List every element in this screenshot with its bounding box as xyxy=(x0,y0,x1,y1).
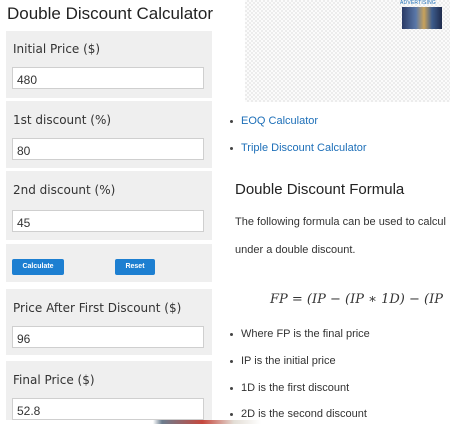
calculate-button[interactable]: Calculate xyxy=(12,259,64,275)
bullet-dot xyxy=(230,119,233,123)
first-discount-input[interactable] xyxy=(12,138,204,160)
bullet-text: IP is the initial price xyxy=(241,355,336,367)
intro-text-line-1: The following formula can be used to cal… xyxy=(235,216,446,228)
initial-price-input[interactable] xyxy=(12,67,204,89)
advertisement-box[interactable]: ADVERTISING xyxy=(245,0,450,102)
bullet-text: 2D is the second discount xyxy=(241,408,367,420)
second-discount-input[interactable] xyxy=(12,210,204,232)
initial-price-label: Initial Price ($) xyxy=(13,42,101,56)
first-discount-price-panel: Price After First Discount ($) xyxy=(6,289,212,355)
initial-price-panel: Initial Price ($) xyxy=(6,31,212,98)
second-discount-label: 2nd discount (%) xyxy=(13,183,116,197)
section-heading: Double Discount Formula xyxy=(235,181,405,198)
first-discount-price-label: Price After First Discount ($) xyxy=(13,301,182,315)
bullet-dot xyxy=(230,359,233,363)
calculator-title: Double Discount Calculator xyxy=(7,4,213,23)
bullet-item: 2D is the second discount xyxy=(230,408,367,420)
buttons-panel: Calculate Reset xyxy=(6,244,212,282)
advertising-label: ADVERTISING xyxy=(399,0,436,6)
intro-text-line-2: under a double discount. xyxy=(235,244,356,256)
second-discount-panel: 2nd discount (%) xyxy=(6,171,212,240)
bullet-text: Where FP is the final price xyxy=(241,328,370,340)
final-price-label: Final Price ($) xyxy=(13,373,95,387)
reset-button[interactable]: Reset xyxy=(115,259,155,275)
bottom-ad-strip[interactable] xyxy=(0,420,450,424)
bullet-dot xyxy=(230,332,233,336)
related-link-label[interactable]: EOQ Calculator xyxy=(241,115,318,127)
bullet-text: 1D is the first discount xyxy=(241,382,350,394)
bullet-item: Where FP is the final price xyxy=(230,328,370,340)
bullet-item: 1D is the first discount xyxy=(230,382,349,394)
first-discount-price-output[interactable] xyxy=(12,326,204,348)
bullet-dot xyxy=(230,412,233,416)
bullet-dot xyxy=(230,146,233,150)
final-price-panel: Final Price ($) xyxy=(6,361,212,424)
ad-thumbnail[interactable] xyxy=(402,7,442,29)
formula: FP = (IP − (IP ∗ 1D) − (IP xyxy=(270,292,443,307)
first-discount-label: 1st discount (%) xyxy=(13,113,112,127)
bullet-dot xyxy=(230,386,233,390)
final-price-output[interactable] xyxy=(12,398,204,420)
related-link-eoq[interactable]: EOQ Calculator xyxy=(230,115,318,127)
bullet-item: IP is the initial price xyxy=(230,355,336,367)
first-discount-panel: 1st discount (%) xyxy=(6,101,212,168)
related-link-triple-discount[interactable]: Triple Discount Calculator xyxy=(230,142,367,154)
related-link-label[interactable]: Triple Discount Calculator xyxy=(241,142,367,154)
